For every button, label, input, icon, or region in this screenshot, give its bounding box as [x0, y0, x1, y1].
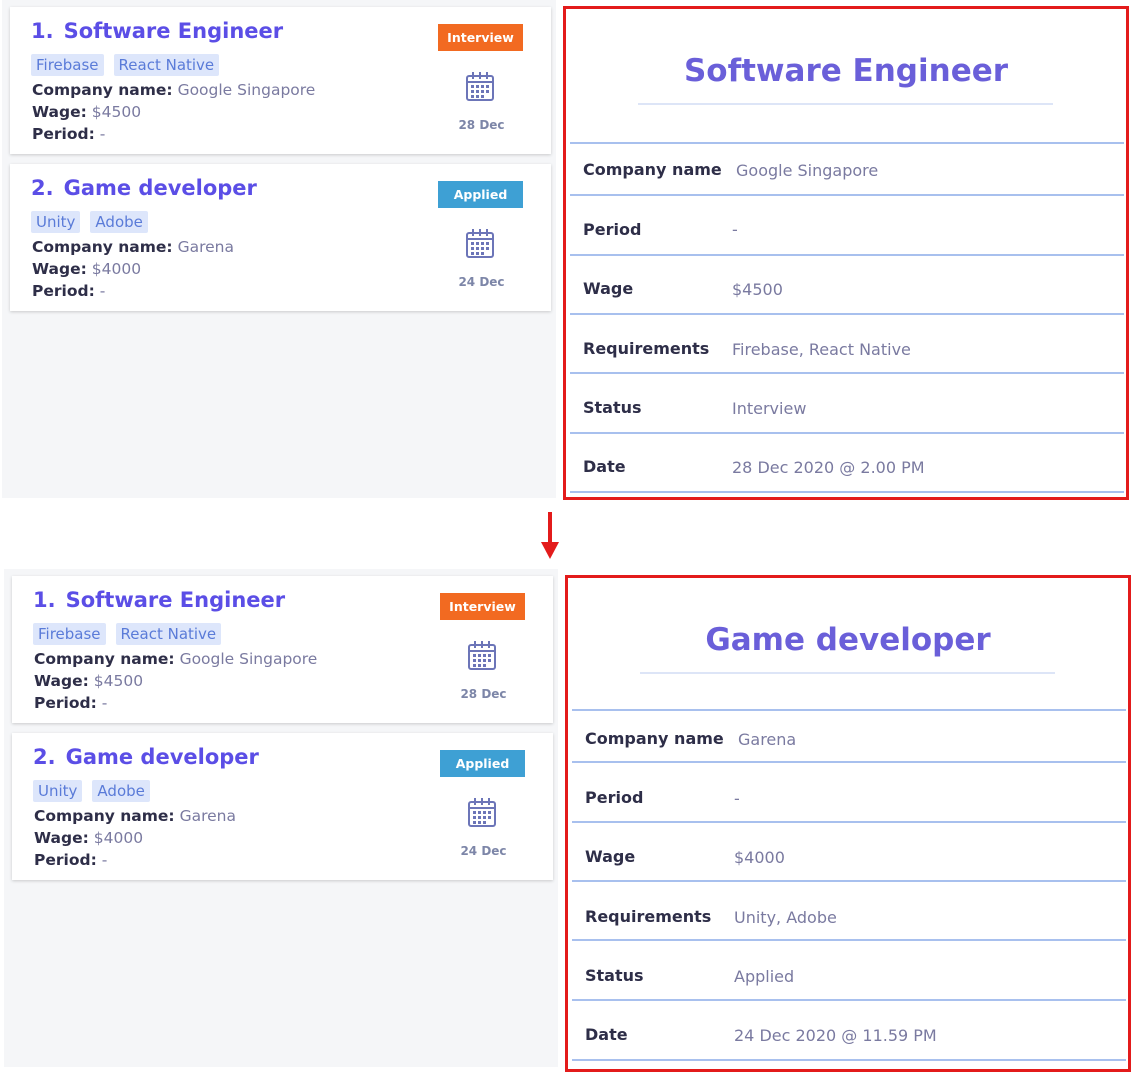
- row-divider: [572, 939, 1126, 941]
- detail-value-wage: $4500: [732, 280, 783, 299]
- detail-label-period: Period: [583, 220, 642, 239]
- row-divider: [570, 313, 1124, 315]
- company-field: Company name: Garena: [32, 238, 234, 256]
- tag-list: Unity Adobe: [33, 780, 150, 802]
- calendar-icon: [468, 641, 496, 670]
- detail-value-status: Interview: [732, 399, 807, 418]
- company-field: Company name: Google Singapore: [34, 650, 318, 668]
- detail-value-requirements: Unity, Adobe: [734, 908, 837, 927]
- title-divider: [640, 672, 1055, 674]
- detail-label-company: Company name: [585, 729, 724, 748]
- job-date: 28 Dec: [460, 687, 507, 701]
- tag: Unity: [33, 780, 83, 802]
- job-card-title: 2. Game developer: [31, 176, 257, 200]
- wage-field: Wage: $4000: [32, 260, 142, 278]
- status-badge: Applied: [438, 181, 523, 208]
- period-field: Period: -: [34, 851, 108, 869]
- status-badge: Interview: [438, 24, 523, 51]
- detail-value-company: Garena: [738, 730, 797, 749]
- wage-field: Wage: $4000: [34, 829, 144, 847]
- row-divider: [572, 821, 1126, 823]
- tag: Adobe: [90, 211, 148, 233]
- row-divider: [570, 491, 1124, 493]
- job-detail-panel: Software Engineer Company name Google Si…: [563, 6, 1129, 500]
- tag: React Native: [113, 54, 220, 76]
- job-date: 24 Dec: [460, 844, 507, 858]
- row-divider: [572, 999, 1126, 1001]
- calendar-icon: [468, 798, 496, 827]
- detail-label-period: Period: [585, 788, 644, 807]
- detail-label-wage: Wage: [585, 847, 636, 866]
- job-date: 28 Dec: [458, 118, 505, 132]
- job-card-2[interactable]: 2. Game developer Unity Adobe Company nam…: [12, 733, 553, 880]
- detail-label-status: Status: [583, 398, 642, 417]
- period-field: Period: -: [32, 282, 106, 300]
- arrow-down-icon: [541, 512, 559, 559]
- job-list: 1. Software Engineer Firebase React Nativ…: [4, 569, 558, 1067]
- job-card-2[interactable]: 2. Game developer Unity Adobe Company nam…: [10, 164, 551, 311]
- detail-value-date: 28 Dec 2020 @ 2.00 PM: [732, 458, 925, 477]
- period-field: Period: -: [34, 694, 108, 712]
- detail-label-date: Date: [583, 457, 626, 476]
- company-field: Company name: Garena: [34, 807, 236, 825]
- row-divider: [572, 709, 1126, 711]
- screen-before: 1. Software Engineer Firebase React Nativ…: [0, 0, 1138, 500]
- job-card-title: 2. Game developer: [33, 745, 259, 769]
- tag: Firebase: [33, 623, 106, 645]
- job-card-title: 1. Software Engineer: [31, 19, 284, 43]
- row-divider: [572, 761, 1126, 763]
- row-divider: [570, 254, 1124, 256]
- detail-label-wage: Wage: [583, 279, 634, 298]
- detail-label-requirements: Requirements: [585, 907, 712, 926]
- detail-value-date: 24 Dec 2020 @ 11.59 PM: [734, 1026, 937, 1045]
- tag: Adobe: [92, 780, 150, 802]
- tag: Firebase: [31, 54, 104, 76]
- detail-value-wage: $4000: [734, 848, 785, 867]
- row-divider: [572, 880, 1126, 882]
- detail-value-status: Applied: [734, 967, 795, 986]
- tag: Unity: [31, 211, 81, 233]
- job-date: 24 Dec: [458, 275, 505, 289]
- screen-after: 1. Software Engineer Firebase React Nativ…: [0, 569, 1138, 1072]
- detail-value-period: -: [732, 220, 738, 239]
- tag-list: Firebase React Native: [31, 54, 220, 76]
- job-card-1[interactable]: 1. Software Engineer Firebase React Nativ…: [12, 576, 553, 723]
- title-divider: [638, 103, 1053, 105]
- detail-title: Software Engineer: [683, 53, 1009, 89]
- row-divider: [570, 194, 1124, 196]
- detail-value-requirements: Firebase, React Native: [732, 340, 911, 359]
- wage-field: Wage: $4500: [34, 672, 144, 690]
- detail-label-requirements: Requirements: [583, 339, 710, 358]
- job-card-1[interactable]: 1. Software Engineer Firebase React Nativ…: [10, 7, 551, 154]
- detail-label-status: Status: [585, 966, 644, 985]
- tag-list: Unity Adobe: [31, 211, 148, 233]
- job-card-title: 1. Software Engineer: [33, 588, 286, 612]
- detail-title: Game developer: [705, 622, 991, 658]
- company-field: Company name: Google Singapore: [32, 81, 316, 99]
- calendar-icon: [466, 229, 494, 258]
- detail-label-company: Company name: [583, 160, 722, 179]
- tag-list: Firebase React Native: [33, 623, 222, 645]
- row-divider: [572, 1059, 1126, 1061]
- wage-field: Wage: $4500: [32, 103, 142, 121]
- detail-value-company: Google Singapore: [736, 161, 879, 180]
- tag: React Native: [115, 623, 222, 645]
- row-divider: [570, 142, 1124, 144]
- detail-label-date: Date: [585, 1025, 628, 1044]
- job-detail-panel: Game developer Company name Garena Perio…: [565, 575, 1131, 1072]
- status-badge: Interview: [440, 593, 525, 620]
- status-badge: Applied: [440, 750, 525, 777]
- job-list: 1. Software Engineer Firebase React Nativ…: [2, 0, 556, 498]
- calendar-icon: [466, 72, 494, 101]
- detail-value-period: -: [734, 789, 740, 808]
- row-divider: [570, 372, 1124, 374]
- period-field: Period: -: [32, 125, 106, 143]
- row-divider: [570, 432, 1124, 434]
